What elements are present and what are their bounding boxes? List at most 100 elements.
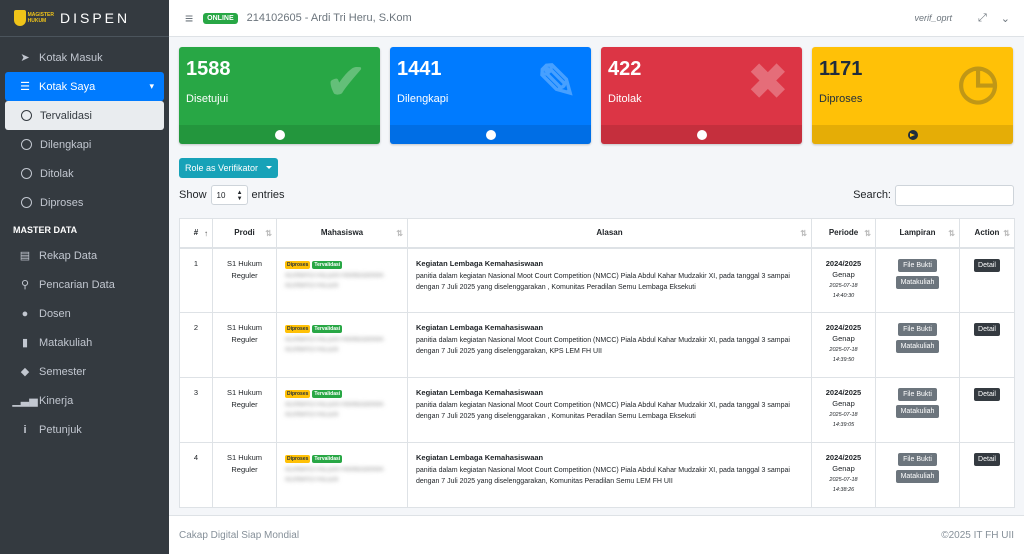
- stat-box-ditolak: 422 Ditolak ✖: [601, 47, 802, 144]
- list-icon: ☰: [20, 81, 30, 93]
- col-header-lampiran[interactable]: Lampiran ⇅: [875, 218, 960, 249]
- stat-more-link[interactable]: [812, 125, 1013, 144]
- sidebar-subitem-tervalidasi[interactable]: Tervalidasi: [5, 101, 164, 130]
- col-header-no[interactable]: # ↑: [179, 218, 213, 249]
- matakuliah-button[interactable]: Matakuliah: [895, 470, 940, 483]
- circle-icon: [20, 197, 32, 208]
- nav-header-master-data: MASTER DATA: [13, 225, 78, 235]
- top-navbar: ≡ ONLINE 214102605 - Ardi Tri Heru, S.Ko…: [169, 0, 1024, 37]
- book-icon: ▮: [21, 337, 29, 349]
- sidebar-item-rekap-data[interactable]: ▤ Rekap Data: [5, 241, 164, 270]
- entries-select[interactable]: 10 ▲ ▼: [210, 185, 248, 205]
- sidebar-subitem-diproses[interactable]: Diproses: [5, 188, 164, 217]
- sidebar-subitem-dilengkapi[interactable]: Dilengkapi: [5, 130, 164, 159]
- caret-down-icon: [266, 166, 272, 169]
- sidebar-item-petunjuk[interactable]: i Petunjuk: [5, 415, 164, 444]
- status-badge-tervalidasi: Tervalidasi: [312, 260, 343, 269]
- stat-box-dilengkapi: 1441 Dilengkapi ✎: [390, 47, 591, 144]
- footer-tagline: Cakap Digital Siap Mondial: [179, 529, 300, 541]
- footer-copyright: ©2025 IT FH UII: [941, 529, 1014, 541]
- brand-name: DISPEN: [60, 10, 131, 26]
- chevron-down-icon: ▾: [149, 81, 154, 91]
- brand-link[interactable]: MAGISTER HUKUM DISPEN: [0, 0, 169, 37]
- status-badge-diproses: Diproses: [285, 455, 311, 463]
- file-bukti-button[interactable]: File Bukti: [898, 258, 937, 272]
- sidebar-subitem-ditolak[interactable]: Ditolak: [5, 159, 164, 188]
- info-icon: i: [23, 423, 27, 436]
- sort-icon: ⇅: [396, 229, 403, 238]
- arrow-circle-right-icon: [485, 129, 496, 140]
- arrow-circle-right-icon: [696, 129, 707, 140]
- tag-icon: ◆: [20, 366, 30, 378]
- status-badge-tervalidasi: Tervalidasi: [312, 390, 343, 398]
- table-row: 1 S1 Hukum Reguler Diproses Tervalidasi ALV…: [179, 247, 1015, 313]
- file-bukti-button[interactable]: File Bukti: [898, 323, 937, 336]
- status-badge-diproses: Diproses: [285, 260, 311, 269]
- table-row: 3 S1 Hukum Reguler Diproses Tervalidasi ALV…: [179, 377, 1015, 443]
- sort-icon: ⇅: [948, 229, 955, 238]
- matakuliah-button[interactable]: Matakuliah: [895, 405, 940, 418]
- file-bukti-button[interactable]: File Bukti: [898, 453, 937, 466]
- stat-box-diproses: 1171 Diproses ◷: [812, 47, 1013, 144]
- col-header-mahasiswa[interactable]: Mahasiswa ⇅: [276, 218, 408, 249]
- user-info: 214102605 - Ardi Tri Heru, S.Kom: [246, 12, 412, 24]
- matakuliah-button[interactable]: Matakuliah: [895, 340, 940, 353]
- detail-button[interactable]: Detail: [974, 258, 1000, 272]
- status-badge-diproses: Diproses: [285, 390, 311, 398]
- sidebar-item-kinerja[interactable]: ▁▃▅ Kinerja: [5, 386, 164, 415]
- search-input[interactable]: [895, 184, 1014, 206]
- check-icon: ✔: [325, 56, 366, 109]
- sort-asc-icon: ↑: [204, 229, 208, 238]
- status-badge-tervalidasi: Tervalidasi: [312, 325, 343, 333]
- content-wrapper: 1588 Disetujui ✔ 1441 Dilengkapi ✎ 422 D…: [169, 37, 1024, 515]
- sidebar-item-kotak-saya[interactable]: ☰ Kotak Saya ▾: [5, 72, 164, 101]
- stat-more-link[interactable]: [179, 125, 380, 144]
- stat-box-disetujui: 1588 Disetujui ✔: [179, 47, 380, 144]
- col-header-alasan[interactable]: Alasan ⇅: [407, 218, 812, 249]
- status-badge: ONLINE: [203, 12, 238, 24]
- sidebar-item-pencarian-data[interactable]: ⚲ Pencarian Data: [5, 270, 164, 299]
- detail-button[interactable]: Detail: [974, 388, 1000, 401]
- hamburger-icon[interactable]: ≡: [185, 10, 193, 26]
- col-header-action[interactable]: Action ⇅: [959, 218, 1015, 249]
- status-badge-diproses: Diproses: [285, 325, 311, 333]
- sort-icon: ⇅: [800, 229, 807, 238]
- user-icon: ●: [21, 307, 29, 320]
- updown-icon: ▲ ▼: [236, 190, 243, 202]
- sort-icon: ⇅: [864, 229, 871, 238]
- circle-icon: [20, 139, 32, 150]
- sidebar-item-kotak-masuk[interactable]: ➤ Kotak Masuk: [5, 43, 164, 72]
- signal-icon: ▁▃▅: [12, 395, 38, 407]
- printer-icon: ▤: [19, 250, 31, 262]
- sort-icon: ⇅: [1003, 229, 1010, 238]
- status-badge-tervalidasi: Tervalidasi: [312, 455, 343, 463]
- search-icon: ⚲: [20, 279, 30, 291]
- username: verif_oprt: [914, 13, 952, 23]
- table-row: 2 S1 Hukum Reguler Diproses Tervalidasi ALV…: [179, 312, 1015, 378]
- detail-button[interactable]: Detail: [974, 323, 1000, 336]
- detail-button[interactable]: Detail: [974, 453, 1000, 466]
- sort-icon: ⇅: [265, 229, 272, 238]
- paper-plane-icon: ➤: [20, 52, 30, 64]
- table-row: 4 S1 Hukum Reguler Diproses Tervalidasi ALV…: [179, 442, 1015, 508]
- times-icon: ✖: [747, 56, 788, 109]
- col-header-prodi[interactable]: Prodi ⇅: [212, 218, 277, 249]
- data-table: # ↑ Prodi ⇅ Mahasiswa ⇅ Alasan ⇅ Periode ⇅ La…: [179, 218, 1015, 508]
- clock-icon: ◷: [957, 56, 999, 109]
- footer: Cakap Digital Siap Mondial ©2025 IT FH U…: [169, 515, 1024, 554]
- sidebar-item-dosen[interactable]: ● Dosen: [5, 299, 164, 328]
- sidebar-item-matakuliah[interactable]: ▮ Matakuliah: [5, 328, 164, 357]
- file-bukti-button[interactable]: File Bukti: [898, 388, 937, 401]
- circle-icon: [20, 168, 32, 179]
- arrow-circle-right-icon: [907, 129, 918, 140]
- col-header-periode[interactable]: Periode ⇅: [811, 218, 876, 249]
- logo: MAGISTER HUKUM: [14, 7, 54, 29]
- stat-more-link[interactable]: [601, 125, 802, 144]
- matakuliah-button[interactable]: Matakuliah: [895, 275, 940, 289]
- sidebar-item-semester[interactable]: ◆ Semester: [5, 357, 164, 386]
- role-dropdown-button[interactable]: Role as Verifikator: [179, 158, 278, 178]
- fullscreen-icon[interactable]: ⤢: [978, 12, 987, 25]
- stat-more-link[interactable]: [390, 125, 591, 144]
- chevron-down-icon[interactable]: ⌄: [1001, 12, 1010, 25]
- arrow-circle-right-icon: [274, 129, 285, 140]
